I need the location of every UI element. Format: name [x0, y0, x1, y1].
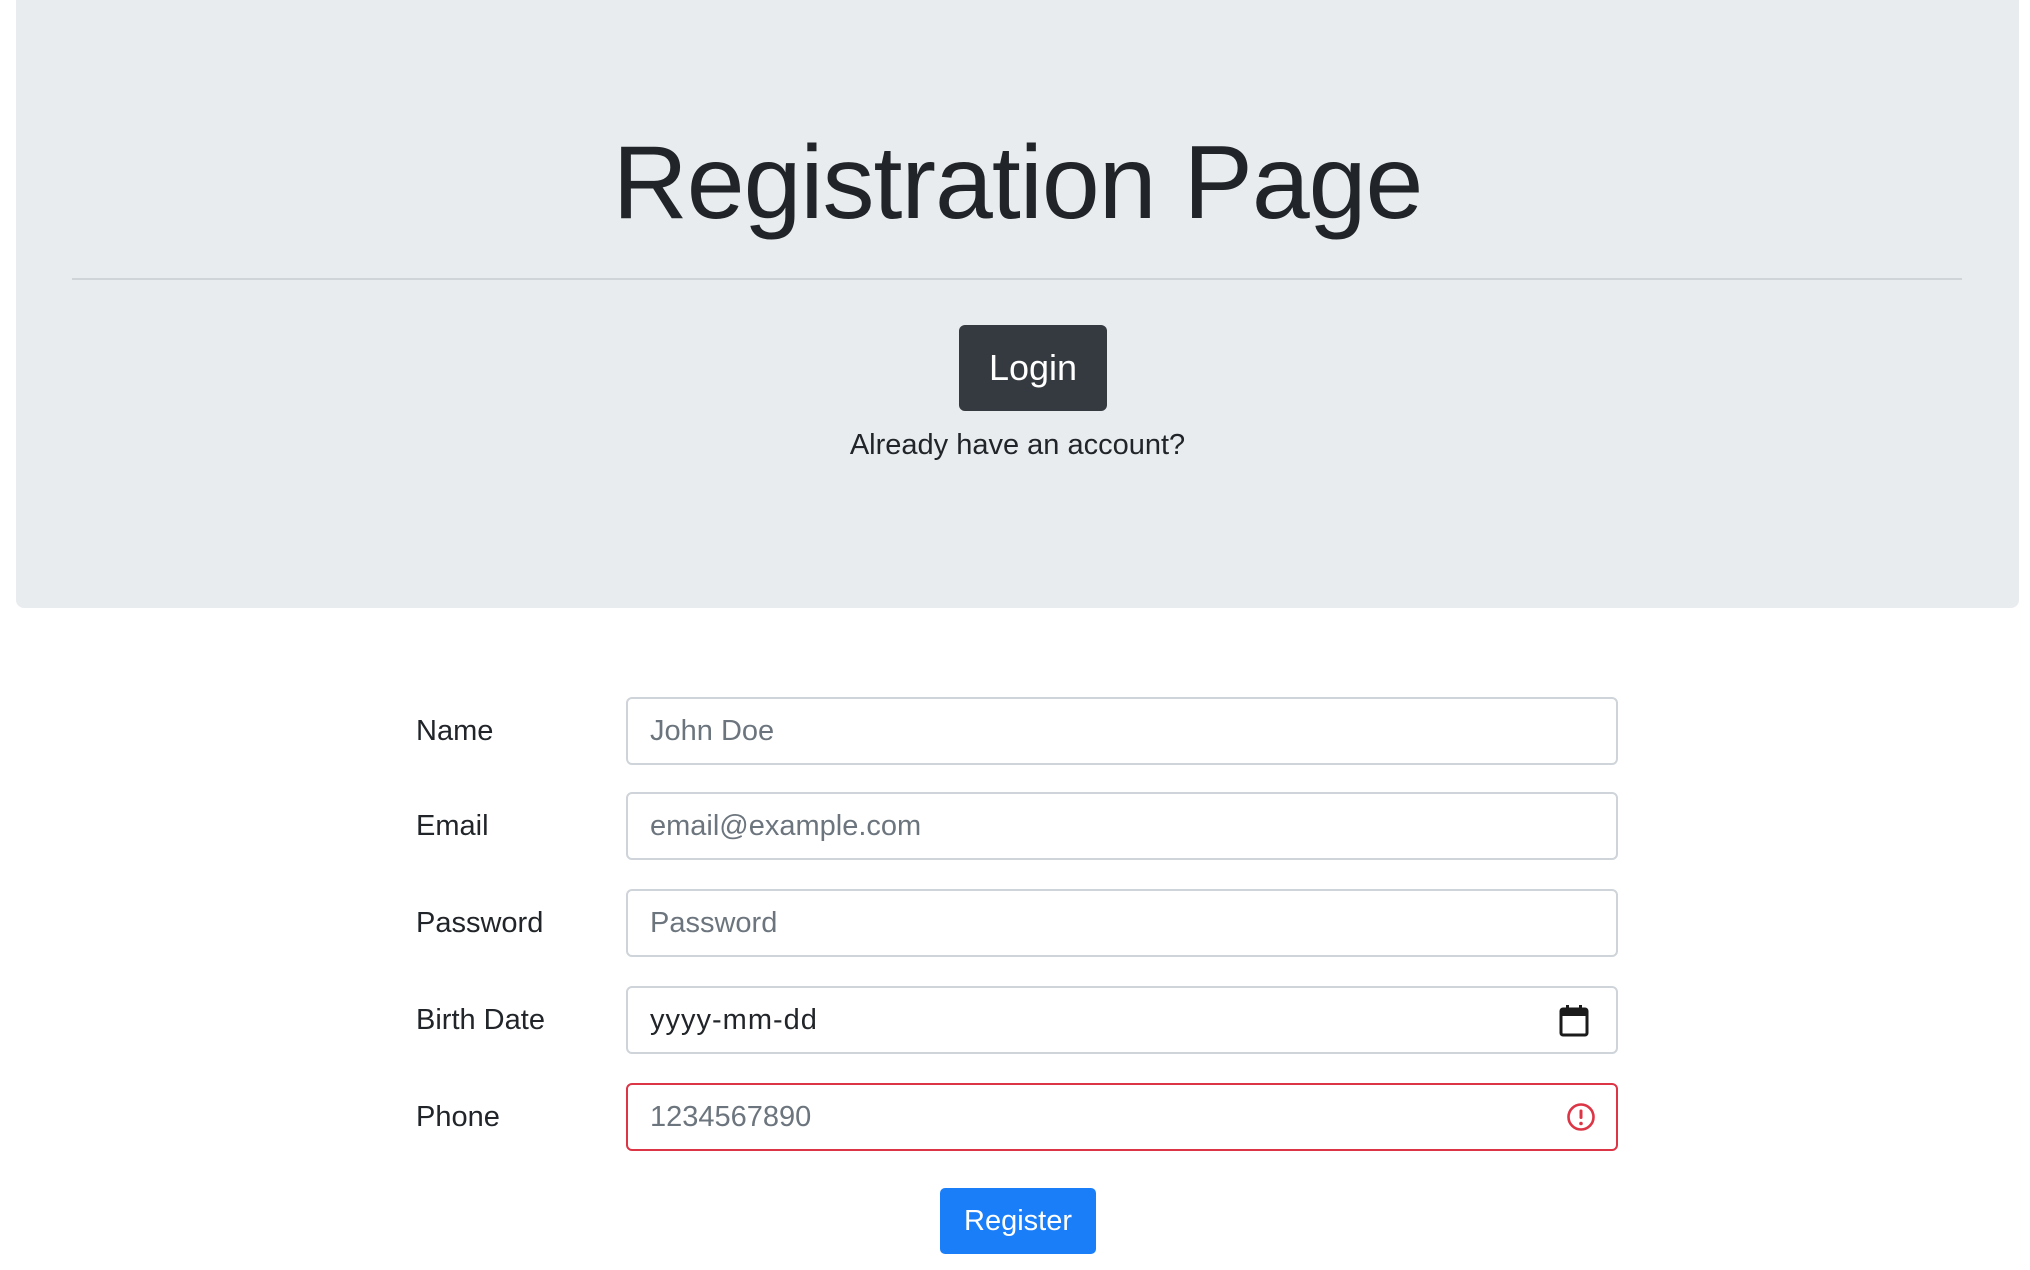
header-jumbotron: Registration Page Login Already have an …: [16, 0, 2019, 608]
password-input[interactable]: [626, 889, 1618, 957]
name-row: Name: [0, 697, 2030, 765]
name-input[interactable]: [626, 697, 1618, 765]
register-button[interactable]: Register: [940, 1188, 1096, 1254]
name-label: Name: [416, 715, 494, 747]
calendar-icon[interactable]: [1558, 1004, 1590, 1038]
phone-label: Phone: [416, 1101, 500, 1133]
email-label: Email: [416, 810, 489, 842]
email-row: Email: [0, 792, 2030, 860]
birth-date-row: Birth Date yyyy-mm-dd: [0, 986, 2030, 1054]
email-input[interactable]: [626, 792, 1618, 860]
invalid-icon: [1567, 1103, 1595, 1131]
login-hint-text: Already have an account?: [849, 429, 1186, 461]
password-row: Password: [0, 889, 2030, 957]
birth-date-placeholder: yyyy-mm-dd: [650, 1004, 818, 1036]
header-divider: [72, 278, 1962, 280]
page-title: Registration Page: [612, 125, 1424, 241]
phone-input[interactable]: [626, 1083, 1618, 1151]
phone-row: Phone: [0, 1083, 2030, 1151]
birth-date-label: Birth Date: [416, 1004, 545, 1036]
password-label: Password: [416, 907, 544, 939]
birth-date-input[interactable]: yyyy-mm-dd: [626, 986, 1618, 1054]
login-button[interactable]: Login: [959, 325, 1107, 411]
